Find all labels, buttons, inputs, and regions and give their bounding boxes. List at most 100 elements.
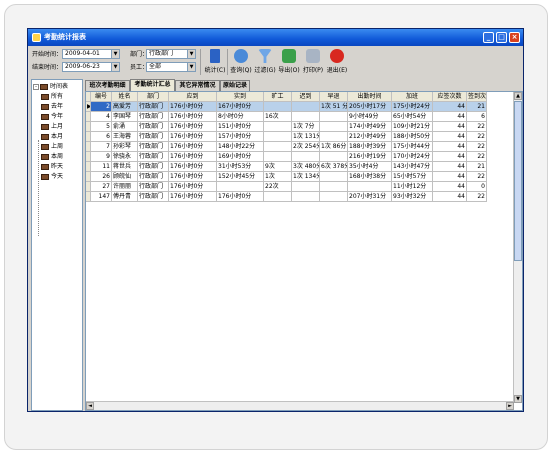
collapse-icon[interactable]: -	[33, 83, 39, 90]
table-cell: 1次 131分	[292, 132, 320, 142]
table-cell: 2	[91, 102, 112, 112]
scroll-left-icon[interactable]: ◄	[86, 402, 94, 410]
table-cell: 44	[433, 102, 467, 112]
tree-item[interactable]: 昨天	[41, 162, 63, 171]
staff-select[interactable]: 全部 ▼	[146, 62, 196, 72]
table-cell: 应签次数	[433, 92, 467, 102]
exit-label: 退出(E)	[326, 67, 348, 74]
table-cell: 188小时39分	[348, 142, 392, 152]
tree-item[interactable]: 上周	[41, 142, 63, 151]
table-row[interactable]: 147 傅丹青 行政部门 176小时0分 176小时0分 207小时31分 93小时32分 4…	[86, 192, 487, 202]
exit-button[interactable]: 退出(E)	[326, 48, 348, 76]
chevron-down-icon[interactable]: ▼	[187, 63, 195, 71]
table-row[interactable]: 26 顾皖仙 行政部门 176小时0分 152小时45分 1次 1次 134分 168小时38…	[86, 172, 487, 182]
scroll-up-icon[interactable]: ▲	[514, 92, 522, 100]
table-cell: 205小时17分	[348, 102, 392, 112]
table-cell: 6	[91, 132, 112, 142]
tree-item-label: 上周	[51, 143, 64, 150]
table-cell: 行政部门	[138, 182, 169, 192]
tree-item[interactable]: 去年	[41, 102, 63, 111]
calendar-icon	[41, 123, 49, 130]
table-cell: 174小时49分	[348, 122, 392, 132]
stats-label: 统计(C)	[204, 67, 226, 74]
chevron-down-icon[interactable]: ▼	[111, 50, 119, 58]
table-cell: 加班	[392, 92, 433, 102]
filter-button[interactable]: 过滤(G)	[254, 48, 276, 76]
table-cell: 俞涌	[112, 122, 138, 132]
table-cell: 143小时47分	[392, 162, 433, 172]
table-cell: 行政部门	[138, 122, 169, 132]
close-icon[interactable]: ×	[509, 32, 520, 43]
power-icon	[330, 49, 344, 63]
table-cell: 170小时24分	[392, 152, 433, 162]
scroll-right-icon[interactable]: ►	[506, 402, 514, 410]
tree-item[interactable]: 今年	[41, 112, 63, 121]
table-cell: 22次	[264, 182, 292, 192]
table-cell: 176小时0分	[169, 182, 217, 192]
table-cell: 应到	[169, 92, 217, 102]
table-cell: 7	[91, 142, 112, 152]
table-row[interactable]: 7 孙彩琴 行政部门 176小时0分 148小时22分 2次 254分 1次 86分 188小…	[86, 142, 487, 152]
table-cell	[292, 102, 320, 112]
table-row[interactable]: ▶2高爱芳行政部门176小时0分167小时0分1次 51 分205小时17分17…	[86, 102, 487, 112]
table-cell: 176小时0分	[169, 132, 217, 142]
table-cell: 216小时19分	[348, 152, 392, 162]
print-button[interactable]: 打印(P)	[302, 48, 324, 76]
table-cell: 傅丹青	[112, 192, 138, 202]
stats-button[interactable]: 统计(C)	[204, 48, 226, 76]
tree-item[interactable]: 本月	[41, 132, 63, 141]
table-cell: 李国琴	[112, 112, 138, 122]
tab-shift-detail[interactable]: 班次考勤明细	[85, 80, 130, 91]
end-date-label: 结束时间：	[32, 64, 63, 71]
table-row[interactable]: 5 俞涌 行政部门 176小时0分 151小时0分 1次 7分 174小时49分 109小时2…	[86, 122, 487, 132]
vertical-scrollbar[interactable]: ▲ ▼	[513, 92, 522, 403]
horizontal-scrollbar[interactable]: ◄ ►	[86, 401, 514, 410]
tab-other-exceptions[interactable]: 其它异常情况	[175, 80, 220, 91]
query-button[interactable]: 查询(Q)	[230, 48, 252, 76]
table-cell: 11小时12分	[392, 182, 433, 192]
chevron-down-icon[interactable]: ▼	[111, 63, 119, 71]
table-cell: 王海蓉	[112, 132, 138, 142]
table-cell: 11	[91, 162, 112, 172]
table-cell: 1次 86分	[320, 142, 348, 152]
start-date-value: 2009-04-01	[65, 50, 100, 57]
table-cell: 22	[467, 172, 487, 182]
minimize-icon[interactable]: _	[483, 32, 494, 43]
table-row[interactable]: 9 徐骁永 行政部门 176小时0分 169小时0分 216小时19分 170小时24分 44…	[86, 152, 487, 162]
table-cell: 22	[467, 132, 487, 142]
maximize-icon[interactable]: □	[496, 32, 507, 43]
table-cell: 44	[433, 162, 467, 172]
table-header-row[interactable]: 编号姓名部门应到实到旷工迟到早退出勤时间加班应签次数签到次数	[86, 92, 487, 102]
table-cell	[217, 182, 264, 192]
table-cell: 21	[467, 102, 487, 112]
department-select[interactable]: 行政部门 ▼	[146, 49, 196, 59]
start-date-picker[interactable]: 2009-04-01 ▼	[62, 49, 120, 59]
tree-root-timetable[interactable]: - 时间表	[33, 82, 68, 91]
export-button[interactable]: 导出(O)	[278, 48, 300, 76]
table-cell: 176小时0分	[169, 122, 217, 132]
table-cell: 迟到	[292, 92, 320, 102]
table-row[interactable]: 11 蒋世兵 行政部门 176小时0分 31小时53分 9次 3次 480分 6次 378分 3…	[86, 162, 487, 172]
scroll-down-icon[interactable]: ▼	[514, 395, 522, 403]
tree-item[interactable]: 今天	[41, 172, 63, 181]
table-cell: 1次 134分	[292, 172, 320, 182]
tab-raw-records[interactable]: 原始记录	[220, 80, 250, 91]
chevron-down-icon[interactable]: ▼	[187, 50, 195, 58]
end-date-picker[interactable]: 2009-06-23 ▼	[62, 62, 120, 72]
table-cell: 22	[467, 152, 487, 162]
toolbar-separator	[200, 49, 201, 75]
table-row[interactable]: 6 王海蓉 行政部门 176小时0分 157小时0分 1次 131分 212小时49分 188…	[86, 132, 487, 142]
table-row[interactable]: 27 许丽丽 行政部门 176小时0分 22次 11小时12分 44 0	[86, 182, 487, 192]
tab-attendance-summary[interactable]: 考勤统计汇总	[130, 79, 175, 91]
scroll-thumb[interactable]	[514, 101, 522, 261]
tree-item[interactable]: 本周	[41, 152, 63, 161]
table-cell: 1次 7分	[292, 122, 320, 132]
table-cell: 22	[467, 192, 487, 202]
calendar-icon	[41, 103, 49, 110]
tree-item[interactable]: 所有	[41, 92, 63, 101]
title-bar[interactable]: 考勤统计报表 _ □ ×	[28, 29, 523, 46]
table-cell	[320, 152, 348, 162]
tree-item[interactable]: 上月	[41, 122, 63, 131]
table-cell: 169小时0分	[217, 152, 264, 162]
table-row[interactable]: 4 李国琴 行政部门 176小时0分 8小时0分 16次 9小时49分 65小时54分 44 6	[86, 112, 487, 122]
